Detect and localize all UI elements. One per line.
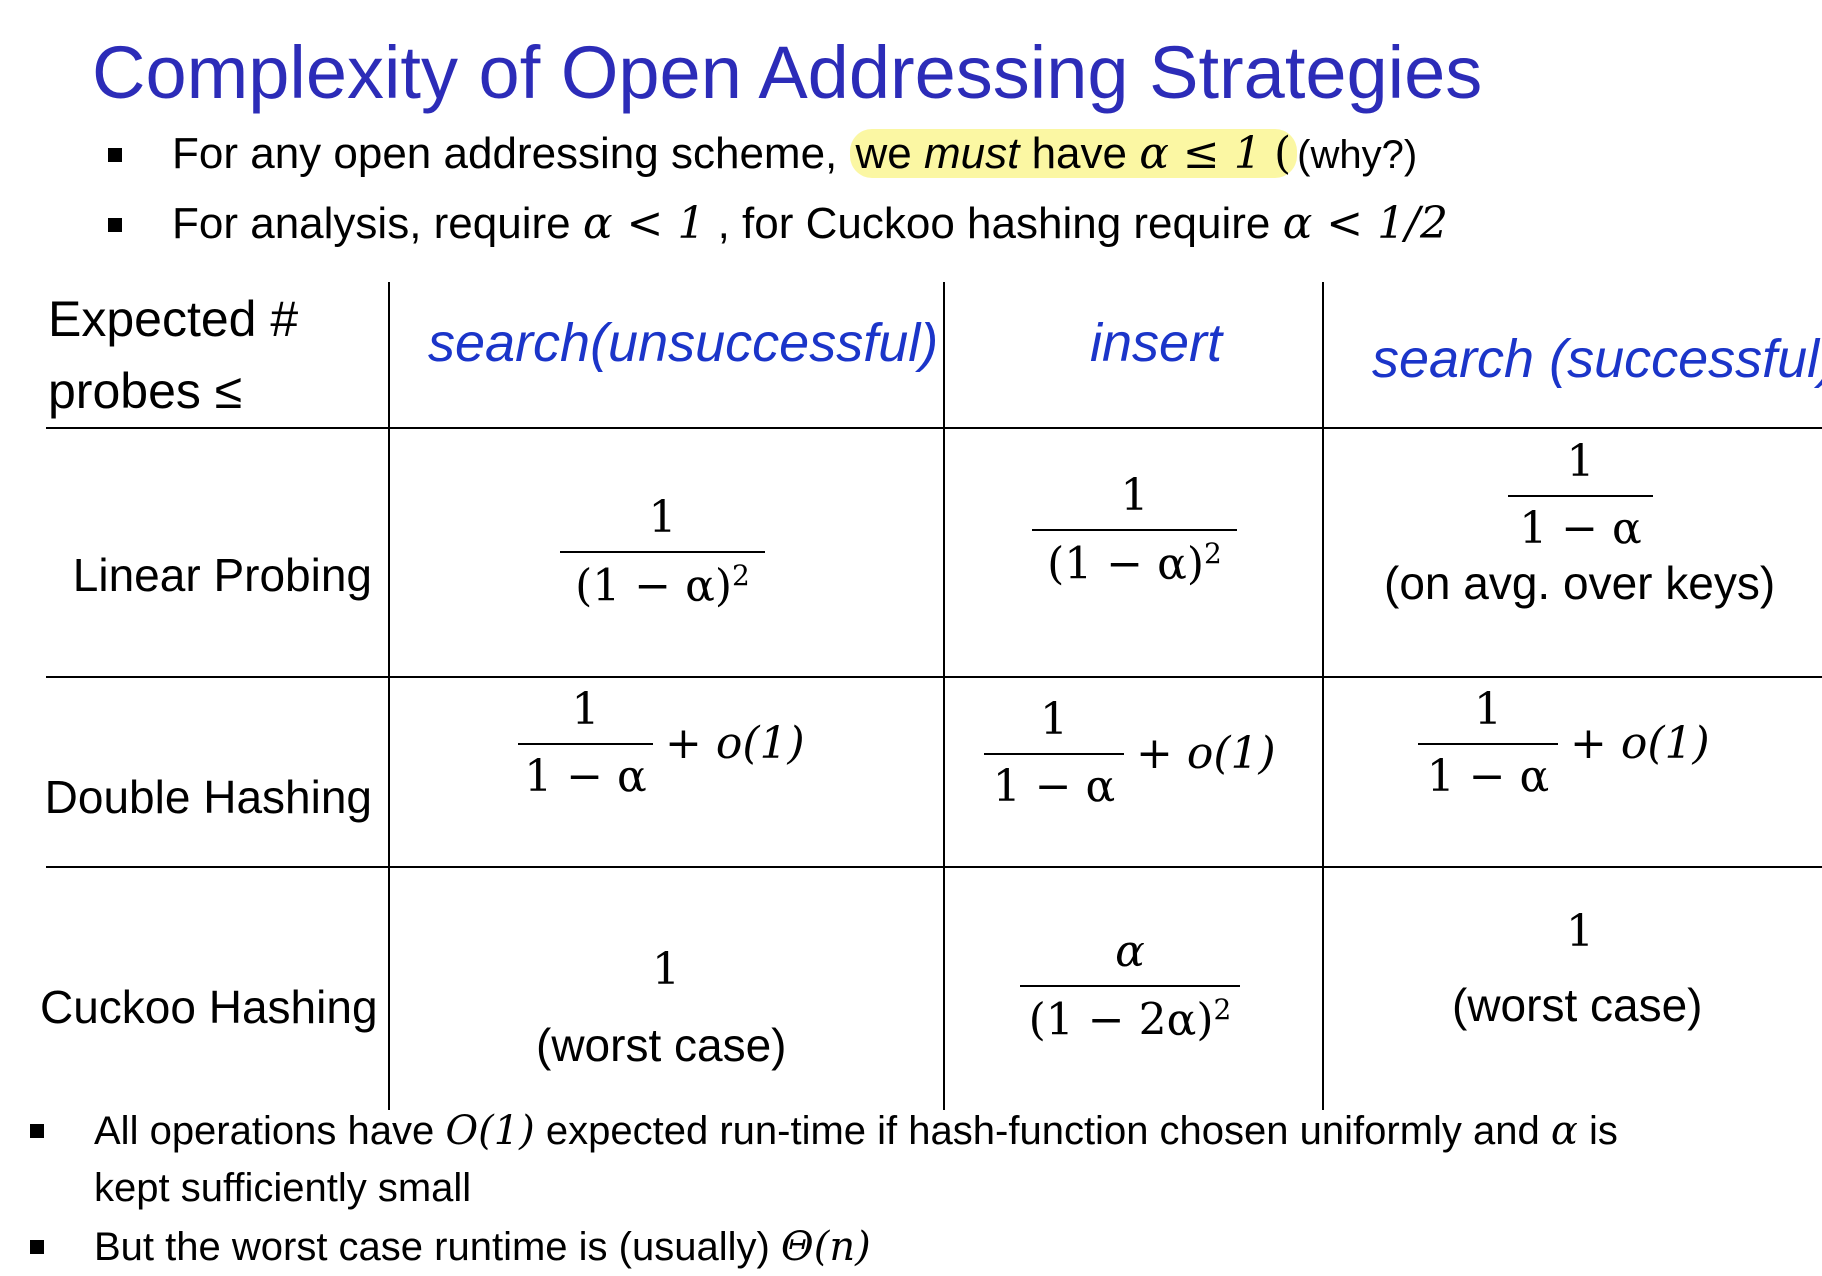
table-rule: [46, 866, 1822, 868]
column-header-search-unsuccessful: search(unsuccessful): [428, 313, 939, 373]
column-header-insert: insert: [1090, 313, 1223, 373]
cell-linear-search-successful: 11 − α: [1508, 436, 1653, 554]
cell-cuckoo-search-successful-note: (worst case): [1452, 979, 1703, 1031]
bullet-marker: [30, 1240, 44, 1254]
highlighted-phrase: we must have α ≤ 1 (: [849, 128, 1298, 179]
cell-cuckoo-search-unsuccessful-value: 1: [652, 944, 680, 995]
slide-title: Complexity of Open Addressing Strategies: [92, 31, 1483, 114]
cell-linear-insert: 1 (1 − α)2: [1032, 470, 1237, 590]
bullet-marker: [108, 218, 122, 232]
bullet-load-factor: For any open addressing scheme, we must …: [172, 128, 1418, 179]
table-corner-header-line2: probes ≤: [48, 363, 243, 419]
bullet-marker: [30, 1124, 44, 1138]
table-corner-header-line1: Expected #: [48, 291, 299, 347]
bullet-analysis: For analysis, require α < 1 , for Cuckoo…: [172, 198, 1448, 249]
bullet-expected-runtime: All operations have O(1) expected run-ti…: [94, 1108, 1618, 1154]
table-divider: [943, 282, 945, 1110]
cell-double-insert: 11 − α + o(1): [984, 694, 1276, 812]
table-rule: [46, 427, 1822, 429]
row-header-double-hashing: Double Hashing: [44, 771, 372, 823]
cell-cuckoo-insert: α (1 − 2α)2: [1020, 926, 1240, 1046]
cell-linear-search-unsuccessful: 1 (1 − α)2: [560, 492, 765, 612]
bullet-marker: [108, 148, 122, 162]
table-divider: [1322, 282, 1324, 1110]
bullet-worst-case: But the worst case runtime is (usually) …: [94, 1224, 871, 1270]
column-header-search-successful: search (successful): [1372, 329, 1822, 389]
cell-double-search-unsuccessful: 11 − α + o(1): [518, 684, 805, 802]
table-rule: [46, 676, 1822, 678]
bullet-expected-runtime-line2: kept sufficiently small: [94, 1166, 472, 1210]
row-header-cuckoo-hashing: Cuckoo Hashing: [40, 981, 378, 1033]
row-header-linear-probing: Linear Probing: [72, 549, 372, 601]
cell-cuckoo-search-successful-value: 1: [1566, 906, 1594, 957]
cell-double-search-successful: 11 − α + o(1): [1418, 684, 1710, 802]
cell-cuckoo-search-unsuccessful-note: (worst case): [536, 1019, 787, 1071]
table-divider: [388, 282, 390, 1110]
cell-linear-search-successful-note: (on avg. over keys): [1384, 557, 1776, 609]
